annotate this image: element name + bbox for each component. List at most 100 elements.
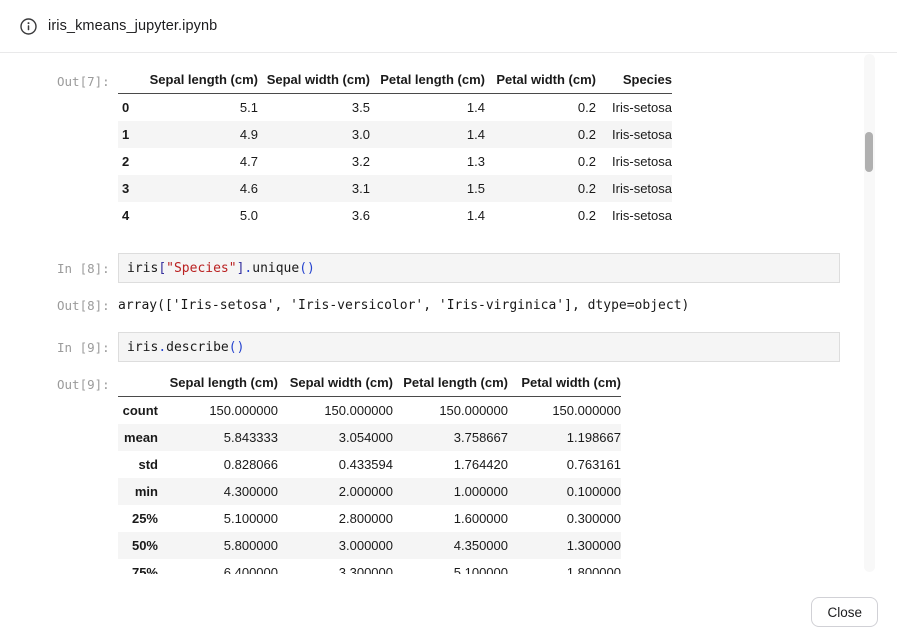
column-header: Petal length (cm) [370, 66, 485, 94]
column-header: Petal length (cm) [393, 369, 508, 397]
row-index: 2 [118, 148, 148, 175]
cell-value: 5.0 [148, 202, 258, 229]
table-row: 05.13.51.40.2Iris-setosa [118, 94, 672, 122]
dialog-header: iris_kmeans_jupyter.ipynb [0, 0, 897, 53]
column-header: Species [596, 66, 672, 94]
notebook-preview-viewport: Out[7]: Sepal length (cm)Sepal width (cm… [0, 53, 897, 574]
dialog-title: iris_kmeans_jupyter.ipynb [48, 18, 217, 34]
cell-value: 0.2 [485, 121, 596, 148]
cell-value: 5.100000 [158, 505, 278, 532]
column-header: Sepal length (cm) [158, 369, 278, 397]
row-index: 1 [118, 121, 148, 148]
column-header [118, 369, 158, 397]
cell-value: 1.4 [370, 121, 485, 148]
header-row: Sepal length (cm)Sepal width (cm)Petal l… [118, 369, 621, 397]
column-header: Sepal width (cm) [258, 66, 370, 94]
code-token-paren: () [299, 261, 315, 276]
cell-value: 3.6 [258, 202, 370, 229]
table-row: 34.63.11.50.2Iris-setosa [118, 175, 672, 202]
cell-value: Iris-setosa [596, 94, 672, 122]
scrollbar-track[interactable] [864, 54, 875, 572]
iris-describe-dataframe: Sepal length (cm)Sepal width (cm)Petal l… [118, 369, 621, 574]
cell-value: 4.6 [148, 175, 258, 202]
iris-head-dataframe: Sepal length (cm)Sepal width (cm)Petal l… [118, 66, 672, 229]
cell-value: 1.198667 [508, 424, 621, 451]
prompt-out9: Out[9]: [0, 369, 118, 392]
cell-in8-body: iris["Species"].unique() [118, 253, 897, 283]
cell-value: 3.758667 [393, 424, 508, 451]
table-row: 50%5.8000003.0000004.3500001.300000 [118, 532, 621, 559]
cell-value: 1.4 [370, 202, 485, 229]
column-header [118, 66, 148, 94]
cell-value: 150.000000 [158, 397, 278, 425]
row-index: min [118, 478, 158, 505]
prompt-in9: In [9]: [0, 332, 118, 355]
column-header: Petal width (cm) [485, 66, 596, 94]
code-token-plain: describe [166, 340, 229, 355]
table-row: count150.000000150.000000150.000000150.0… [118, 397, 621, 425]
code-token-bracket: [ [158, 261, 166, 276]
row-index: 3 [118, 175, 148, 202]
cell-out8: Out[8]: array(['Iris-setosa', 'Iris-vers… [0, 290, 897, 313]
code-line-in9: iris.describe() [127, 340, 244, 355]
cell-value: 4.300000 [158, 478, 278, 505]
cell-value: 150.000000 [278, 397, 393, 425]
cell-value: 3.0 [258, 121, 370, 148]
cell-value: 1.764420 [393, 451, 508, 478]
cell-value: 3.300000 [278, 559, 393, 574]
cell-out9-body: Sepal length (cm)Sepal width (cm)Petal l… [118, 369, 897, 574]
column-header: Petal width (cm) [508, 369, 621, 397]
cell-value: 4.7 [148, 148, 258, 175]
cell-value: 0.433594 [278, 451, 393, 478]
cell-value: Iris-setosa [596, 148, 672, 175]
table-row: 24.73.21.30.2Iris-setosa [118, 148, 672, 175]
cell-value: 3.2 [258, 148, 370, 175]
table-row: 75%6.4000003.3000005.1000001.800000 [118, 559, 621, 574]
cell-value: 1.600000 [393, 505, 508, 532]
close-button[interactable]: Close [811, 597, 878, 627]
row-index: 4 [118, 202, 148, 229]
cell-value: 0.763161 [508, 451, 621, 478]
table-row: 25%5.1000002.8000001.6000000.300000 [118, 505, 621, 532]
cell-value: 1.3 [370, 148, 485, 175]
cell-value: 2.000000 [278, 478, 393, 505]
cell-value: 3.5 [258, 94, 370, 122]
cell-value: 2.800000 [278, 505, 393, 532]
cell-value: 3.054000 [278, 424, 393, 451]
table-row: mean5.8433333.0540003.7586671.198667 [118, 424, 621, 451]
code-token-paren: () [229, 340, 245, 355]
table-row: 45.03.61.40.2Iris-setosa [118, 202, 672, 229]
cell-value: 6.400000 [158, 559, 278, 574]
cell-value: 5.843333 [158, 424, 278, 451]
code-token-op: . [158, 340, 166, 355]
code-cell-in9: iris.describe() [118, 332, 840, 362]
cell-value: 0.2 [485, 175, 596, 202]
cell-value: 1.5 [370, 175, 485, 202]
prompt-in8: In [8]: [0, 253, 118, 276]
cell-out7-body: Sepal length (cm)Sepal width (cm)Petal l… [118, 66, 897, 229]
row-index: count [118, 397, 158, 425]
cell-value: 0.100000 [508, 478, 621, 505]
cell-value: 5.800000 [158, 532, 278, 559]
row-index: std [118, 451, 158, 478]
cell-value: Iris-setosa [596, 202, 672, 229]
table-row: 14.93.01.40.2Iris-setosa [118, 121, 672, 148]
scrollbar-thumb[interactable] [865, 132, 873, 172]
cell-value: 0.2 [485, 148, 596, 175]
cell-value: 4.350000 [393, 532, 508, 559]
cell-value: 1.300000 [508, 532, 621, 559]
cell-value: 5.1 [148, 94, 258, 122]
cell-in9-body: iris.describe() [118, 332, 897, 362]
row-index: mean [118, 424, 158, 451]
cell-value: 1.800000 [508, 559, 621, 574]
prompt-out8: Out[8]: [0, 290, 118, 313]
cell-value: 1.4 [370, 94, 485, 122]
code-token-plain: unique [252, 261, 299, 276]
cell-value: 0.300000 [508, 505, 621, 532]
table-row: min4.3000002.0000001.0000000.100000 [118, 478, 621, 505]
column-header: Sepal length (cm) [148, 66, 258, 94]
cell-value: Iris-setosa [596, 175, 672, 202]
column-header: Sepal width (cm) [278, 369, 393, 397]
cell-value: 1.000000 [393, 478, 508, 505]
array-output-text: array(['Iris-setosa', 'Iris-versicolor',… [118, 290, 897, 313]
